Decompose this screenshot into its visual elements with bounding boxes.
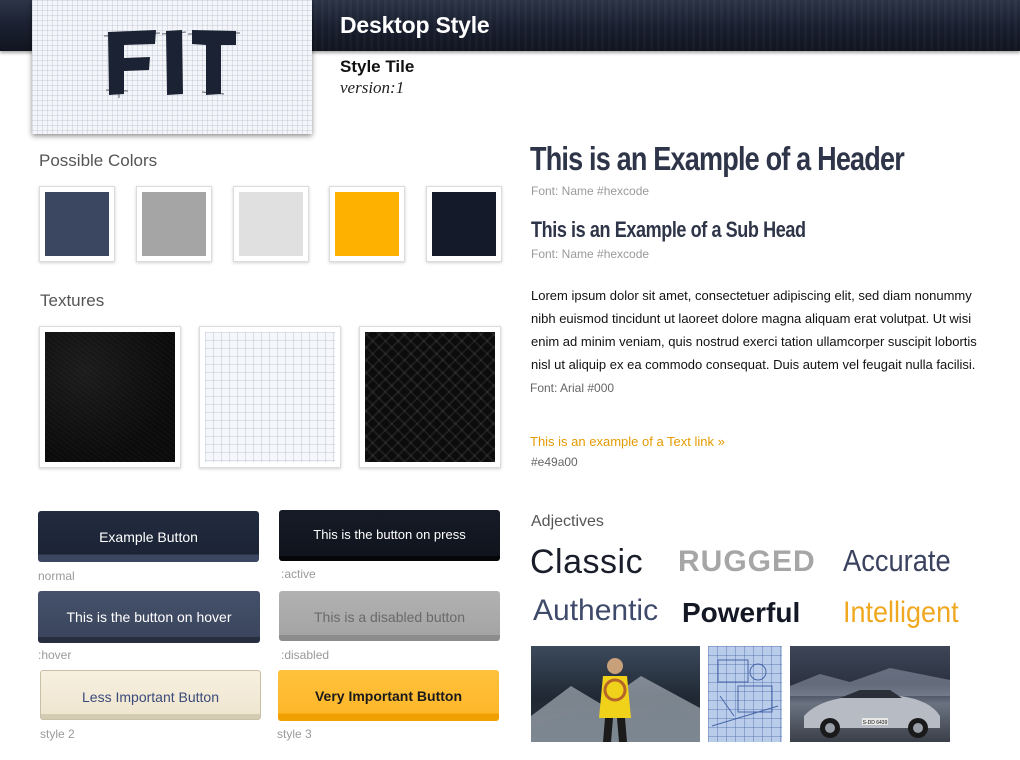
disabled-caption: :disabled xyxy=(281,648,330,662)
fit-logo xyxy=(104,30,241,98)
color-swatch-slate-blue xyxy=(39,186,115,262)
page-title: Desktop Style xyxy=(340,12,490,38)
link-color-note: #e49a00 xyxy=(531,455,578,469)
style2-caption: style 2 xyxy=(40,727,75,741)
active-caption: :active xyxy=(281,567,316,581)
hover-state-button[interactable]: This is the button on hover xyxy=(38,591,260,643)
style3-caption: style 3 xyxy=(277,727,312,741)
license-plate: S-DD 6439 xyxy=(863,720,888,726)
adjective-accurate: Accurate xyxy=(843,543,951,578)
adjective-rugged: RUGGED xyxy=(678,545,816,578)
color-swatch-amber xyxy=(329,186,405,262)
less-important-button[interactable]: Less Important Button xyxy=(40,670,261,720)
example-subhead: This is an Example of a Sub Head xyxy=(531,217,806,242)
active-state-button[interactable]: This is the button on press xyxy=(279,510,500,561)
example-button[interactable]: Example Button xyxy=(38,511,259,562)
adjectives-heading: Adjectives xyxy=(531,513,604,530)
style-tile-label: Style Tile xyxy=(340,57,415,76)
body-font-note: Font: Arial #000 xyxy=(530,381,615,395)
adjective-powerful: Powerful xyxy=(682,597,801,628)
normal-caption: normal xyxy=(38,569,75,583)
body-copy: Lorem ipsum dolor sit amet, consectetuer… xyxy=(531,288,977,372)
colors-heading: Possible Colors xyxy=(39,151,158,170)
disabled-button: This is a disabled button xyxy=(279,591,500,641)
very-important-button[interactable]: Very Important Button xyxy=(278,670,499,721)
hover-caption: :hover xyxy=(38,648,72,662)
adjective-classic: Classic xyxy=(530,543,644,581)
photo-blueprint xyxy=(708,646,782,742)
texture-black-leather xyxy=(39,326,181,468)
photo-mountain-climber xyxy=(531,646,700,742)
color-swatch-light-gray xyxy=(233,186,309,262)
textures-heading: Textures xyxy=(40,291,105,310)
texture-light-graph-grid xyxy=(199,326,341,468)
logo-card xyxy=(32,0,312,134)
adjective-intelligent: Intelligent xyxy=(843,596,959,629)
header-font-note: Font: Name #hexcode xyxy=(531,184,650,198)
color-swatch-midnight-navy xyxy=(426,186,502,262)
subhead-font-note: Font: Name #hexcode xyxy=(531,247,650,261)
texture-black-diamond-weave xyxy=(359,326,501,468)
color-swatch-medium-gray xyxy=(136,186,212,262)
photo-convertible-car: S-DD 6439 xyxy=(790,646,950,742)
version-label: version:1 xyxy=(340,78,405,97)
example-text-link[interactable]: This is an example of a Text link » xyxy=(530,434,725,449)
adjective-authentic: Authentic xyxy=(533,594,659,627)
example-header: This is an Example of a Header xyxy=(530,140,905,177)
